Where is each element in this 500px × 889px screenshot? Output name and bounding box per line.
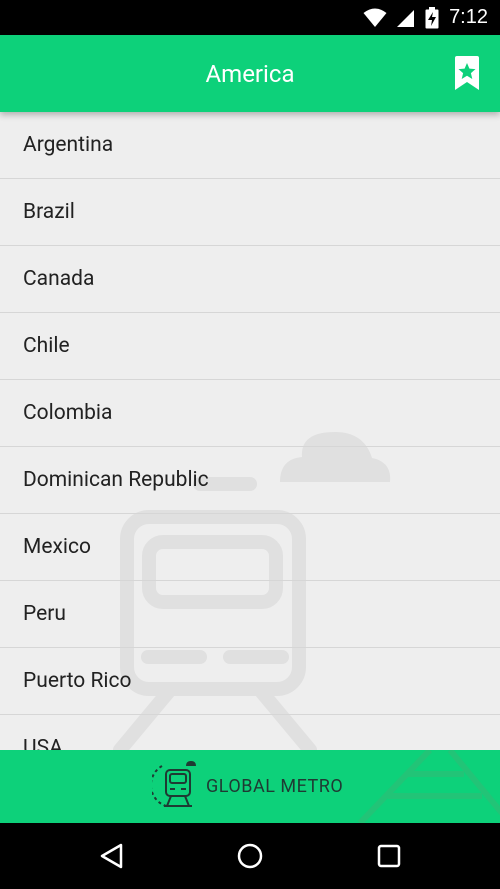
country-label: USA — [23, 736, 63, 750]
list-item-canada[interactable]: Canada — [0, 246, 500, 313]
rail-track-icon — [357, 750, 500, 823]
brand-name: GLOBAL METRO — [206, 775, 344, 797]
list-item-brazil[interactable]: Brazil — [0, 179, 500, 246]
country-label: Chile — [23, 334, 70, 358]
brand-logo: GLOBAL METRO — [152, 758, 343, 814]
recents-icon[interactable] — [374, 841, 404, 871]
country-label: Argentina — [23, 133, 114, 157]
country-list[interactable]: Argentina Brazil Canada Chile Colombia D… — [0, 112, 500, 750]
list-item-mexico[interactable]: Mexico — [0, 514, 500, 581]
list-item-peru[interactable]: Peru — [0, 581, 500, 648]
list-item-argentina[interactable]: Argentina — [0, 112, 500, 179]
footer-banner: GLOBAL METRO — [0, 750, 500, 823]
metro-logo-icon — [152, 761, 196, 807]
country-label: Dominican Republic — [23, 468, 209, 492]
list-item-chile[interactable]: Chile — [0, 313, 500, 380]
back-icon[interactable] — [97, 841, 127, 871]
country-label: Colombia — [23, 401, 113, 425]
system-nav-bar — [0, 823, 500, 889]
list-item-dominican-republic[interactable]: Dominican Republic — [0, 447, 500, 514]
signal-icon — [397, 9, 415, 27]
page-title: America — [205, 59, 295, 88]
country-label: Peru — [23, 602, 66, 626]
bookmark-star-icon — [455, 56, 479, 90]
home-icon[interactable] — [235, 841, 265, 871]
country-label: Brazil — [23, 200, 75, 224]
status-bar: 7:12 — [0, 0, 500, 35]
list-item-colombia[interactable]: Colombia — [0, 380, 500, 447]
app-bar: America — [0, 35, 500, 112]
wifi-icon — [363, 8, 387, 27]
battery-charging-icon — [425, 6, 439, 28]
list-item-puerto-rico[interactable]: Puerto Rico — [0, 648, 500, 715]
status-time: 7:12 — [449, 6, 488, 28]
favorites-button[interactable] — [450, 55, 484, 93]
country-label: Canada — [23, 267, 95, 291]
country-label: Puerto Rico — [23, 669, 132, 693]
list-item-usa[interactable]: USA — [0, 715, 500, 750]
country-label: Mexico — [23, 535, 91, 559]
